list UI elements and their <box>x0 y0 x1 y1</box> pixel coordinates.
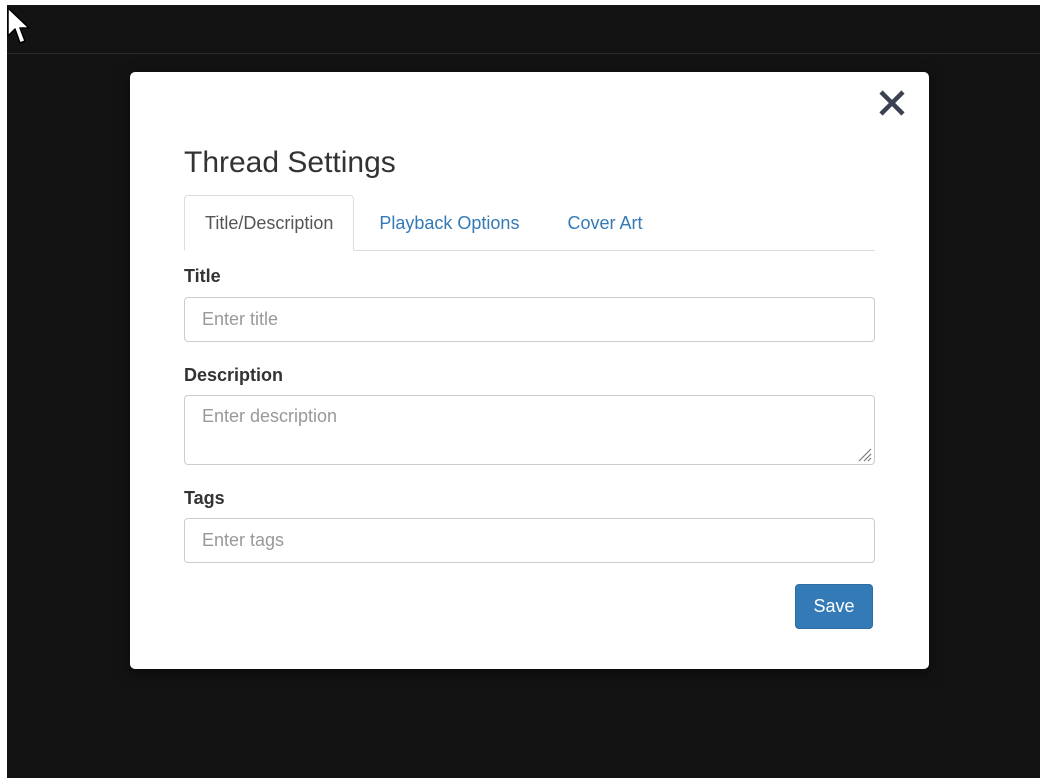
settings-tabs: Title/Description Playback Options Cover… <box>184 194 875 251</box>
thread-settings-modal: Thread Settings Title/Description Playba… <box>130 72 929 669</box>
modal-title: Thread Settings <box>184 146 396 179</box>
mouse-cursor-icon <box>7 7 30 44</box>
description-textarea[interactable] <box>184 395 875 465</box>
description-label: Description <box>184 365 284 385</box>
tab-playback-options[interactable]: Playback Options <box>354 196 542 251</box>
tags-label: Tags <box>184 488 225 508</box>
tab-cover-art[interactable]: Cover Art <box>542 196 663 251</box>
tags-input[interactable] <box>184 518 875 563</box>
save-button[interactable]: Save <box>795 584 873 629</box>
close-icon <box>879 90 905 116</box>
title-label: Title <box>184 266 221 286</box>
tab-title-description[interactable]: Title/Description <box>184 195 355 251</box>
title-input[interactable] <box>184 297 875 342</box>
resize-grip-icon[interactable] <box>856 446 872 462</box>
screen: Thread Settings Title/Description Playba… <box>0 0 1040 778</box>
topbar-divider <box>7 53 1040 54</box>
close-button[interactable] <box>875 86 909 120</box>
